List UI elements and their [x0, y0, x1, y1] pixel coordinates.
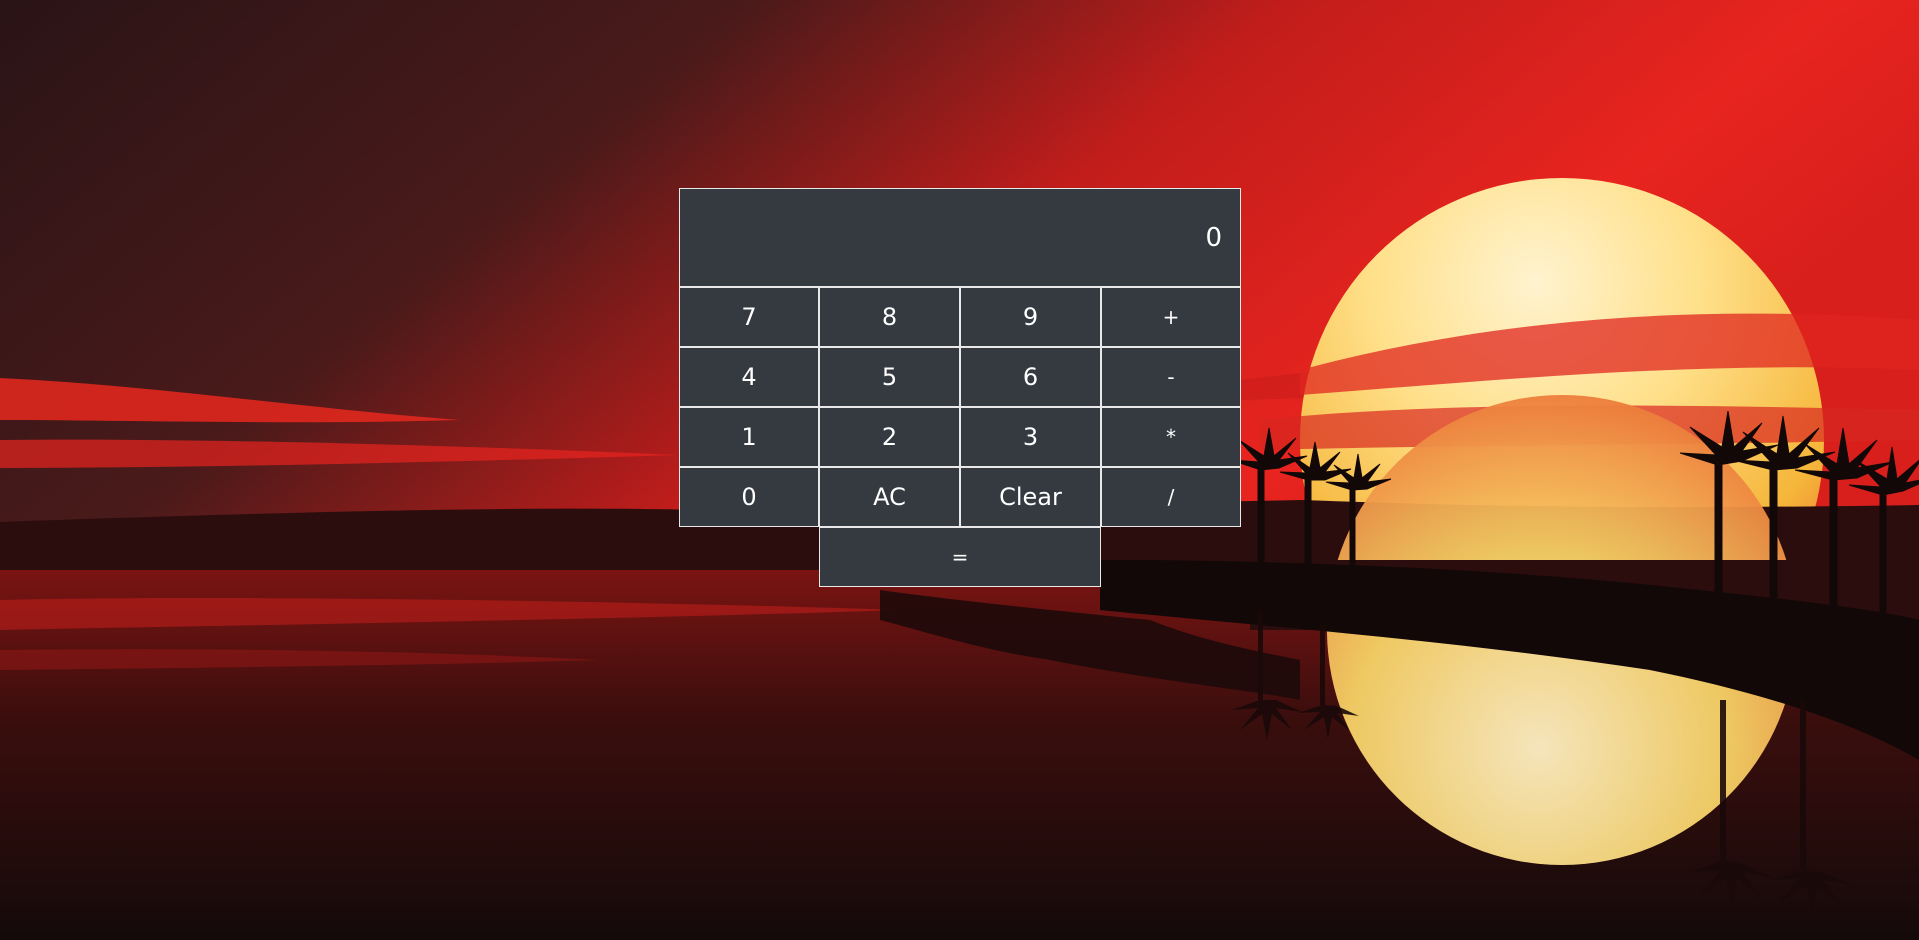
key-2[interactable]: 2	[819, 407, 960, 467]
key-clear[interactable]: Clear	[960, 467, 1101, 527]
key-9[interactable]: 9	[960, 287, 1101, 347]
key-6[interactable]: 6	[960, 347, 1101, 407]
key-divide[interactable]: /	[1101, 467, 1241, 527]
key-multiply[interactable]: *	[1101, 407, 1241, 467]
key-plus[interactable]: +	[1101, 287, 1241, 347]
calculator-display: 0	[679, 188, 1241, 287]
key-5[interactable]: 5	[819, 347, 960, 407]
key-4[interactable]: 4	[679, 347, 819, 407]
key-3[interactable]: 3	[960, 407, 1101, 467]
calculator: 0 7 8 9 + 4 5 6 - 1 2 3 * 0 AC Clear / =	[679, 188, 1241, 587]
key-ac[interactable]: AC	[819, 467, 960, 527]
key-7[interactable]: 7	[679, 287, 819, 347]
key-minus[interactable]: -	[1101, 347, 1241, 407]
key-1[interactable]: 1	[679, 407, 819, 467]
key-0[interactable]: 0	[679, 467, 819, 527]
equals-button[interactable]: =	[819, 527, 1101, 587]
keypad: 7 8 9 + 4 5 6 - 1 2 3 * 0 AC Clear / =	[679, 287, 1241, 587]
key-8[interactable]: 8	[819, 287, 960, 347]
